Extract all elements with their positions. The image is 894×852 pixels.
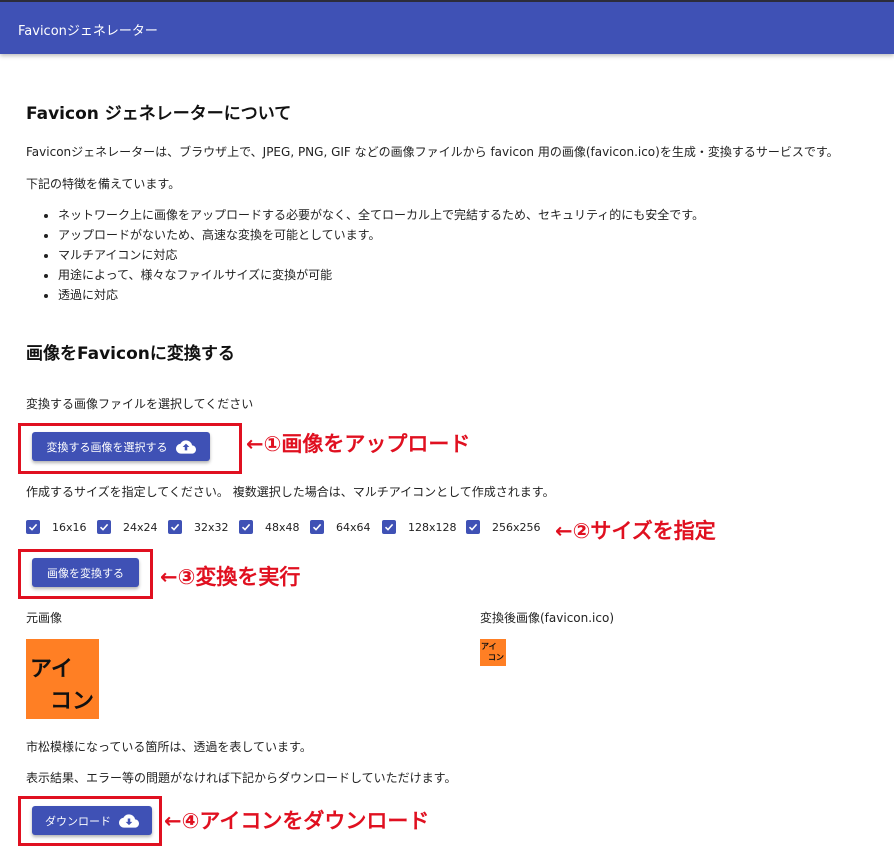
checkbox-checked-icon[interactable]: [26, 520, 40, 534]
convert-heading: 画像をFaviconに変換する: [26, 344, 235, 364]
size-label: 64x64: [336, 520, 371, 534]
original-image-preview: アイ コン: [26, 639, 99, 719]
step2-annotation: ←②サイズを指定: [555, 519, 716, 543]
features-intro: 下記の特徴を備えています。: [26, 177, 181, 191]
size-option-48[interactable]: 48x48: [239, 520, 300, 534]
size-label: 128x128: [408, 520, 457, 534]
converted-image-preview: アイ コン: [480, 639, 506, 666]
checkbox-checked-icon[interactable]: [239, 520, 253, 534]
feature-item: ネットワーク上に画像をアップロードする必要がなく、全てローカル上で完結するため、…: [58, 205, 704, 225]
original-image-label: 元画像: [26, 611, 63, 625]
size-prompt: 作成するサイズを指定してください。 複数選択した場合は、マルチアイコンとして作成…: [26, 485, 555, 499]
size-label: 32x32: [194, 520, 229, 534]
size-option-32[interactable]: 32x32: [168, 520, 229, 534]
select-prompt: 変換する画像ファイルを選択してください: [26, 397, 254, 411]
checkbox-checked-icon[interactable]: [382, 520, 396, 534]
icon-text-line1-small: アイ: [481, 642, 497, 651]
select-image-button[interactable]: 変換する画像を選択する: [32, 432, 210, 461]
app-bar: Faviconジェネレーター: [0, 0, 894, 54]
about-heading: Favicon ジェネレーターについて: [26, 104, 292, 124]
size-label: 16x16: [52, 520, 87, 534]
convert-image-label: 画像を変換する: [47, 566, 124, 580]
feature-list: ネットワーク上に画像をアップロードする必要がなく、全てローカル上で完結するため、…: [26, 205, 704, 305]
step3-annotation: ←③変換を実行: [160, 565, 301, 589]
convert-image-button[interactable]: 画像を変換する: [32, 558, 139, 587]
cloud-upload-icon: [175, 439, 196, 454]
download-label: ダウンロード: [45, 814, 111, 828]
step1-annotation: ←①画像をアップロード: [246, 432, 471, 456]
feature-item: 用途によって、様々なファイルサイズに変換が可能: [58, 265, 704, 285]
checkbox-checked-icon[interactable]: [97, 520, 111, 534]
checkbox-checked-icon[interactable]: [168, 520, 182, 534]
icon-text-line2-small: コン: [488, 653, 504, 662]
icon-text-line2: コン: [50, 689, 95, 714]
download-button[interactable]: ダウンロード: [32, 806, 152, 835]
select-image-label: 変換する画像を選択する: [46, 440, 168, 454]
about-description: Faviconジェネレーターは、ブラウザ上で、JPEG, PNG, GIF など…: [26, 145, 839, 159]
size-option-16[interactable]: 16x16: [26, 520, 87, 534]
feature-item: マルチアイコンに対応: [58, 245, 704, 265]
size-label: 256x256: [492, 520, 541, 534]
app-title[interactable]: Faviconジェネレーター: [18, 20, 158, 39]
size-label: 48x48: [265, 520, 300, 534]
size-option-128[interactable]: 128x128: [382, 520, 457, 534]
feature-item: アップロードがないため、高速な変換を可能としています。: [58, 225, 704, 245]
feature-item: 透過に対応: [58, 285, 704, 305]
size-option-256[interactable]: 256x256: [466, 520, 541, 534]
step4-annotation: ←④アイコンをダウンロード: [164, 809, 430, 833]
size-option-24[interactable]: 24x24: [97, 520, 158, 534]
transparency-note: 市松模様になっている箇所は、透過を表しています。: [26, 740, 312, 754]
download-prompt: 表示結果、エラー等の問題がなければ下記からダウンロードしていただけます。: [26, 771, 457, 785]
size-option-64[interactable]: 64x64: [310, 520, 371, 534]
converted-image-label: 変換後画像(favicon.ico): [480, 611, 615, 625]
checkbox-checked-icon[interactable]: [466, 520, 480, 534]
cloud-download-icon: [119, 813, 139, 828]
checkbox-checked-icon[interactable]: [310, 520, 324, 534]
size-label: 24x24: [123, 520, 158, 534]
icon-text-line1: アイ: [30, 657, 73, 682]
